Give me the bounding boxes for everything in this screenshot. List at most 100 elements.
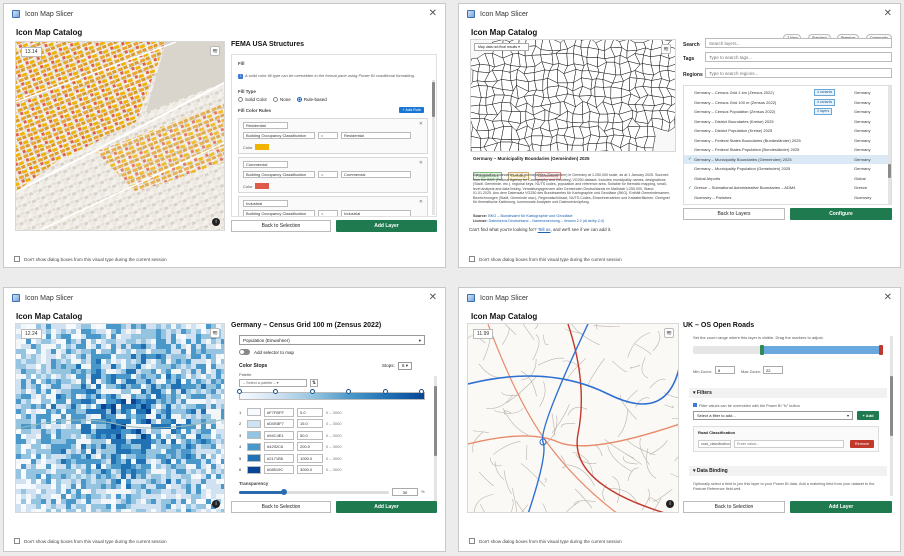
search-input[interactable]: [705, 38, 892, 48]
list-item[interactable]: Germany – District Boundaries (Kreise) 2…: [684, 117, 891, 126]
rule-name-input[interactable]: Industrial: [243, 200, 288, 207]
gradient-bar[interactable]: [239, 392, 425, 400]
close-icon[interactable]: ✕: [884, 292, 892, 303]
max-zoom-handle[interactable]: [879, 345, 883, 355]
min-zoom-handle[interactable]: [760, 345, 765, 355]
layers-icon[interactable]: ≋: [210, 46, 220, 56]
transparency-slider-knob[interactable]: [281, 489, 287, 495]
list-item[interactable]: ✓ Greece – Subnational Administrative Bo…: [684, 183, 891, 192]
transparency-value[interactable]: 30: [392, 488, 418, 496]
map-view[interactable]: Map data not final results ▾ ≋: [470, 39, 676, 152]
tags-input[interactable]: [705, 52, 892, 62]
stop-value-input[interactable]: 1000.0: [297, 453, 323, 463]
rule-name-input[interactable]: Commercial: [243, 161, 288, 168]
rule-field-select[interactable]: Building Occupancy Classification: [243, 132, 315, 139]
stop-color-swatch[interactable]: [247, 454, 261, 462]
transparency-slider[interactable]: [239, 489, 389, 495]
list-item[interactable]: Germany – Census Grid 100 m (Zensus 2022…: [684, 98, 891, 107]
stop-color-swatch[interactable]: [247, 442, 261, 451]
remove-filter-button[interactable]: Remove: [850, 440, 874, 448]
rule-name-input[interactable]: Residential: [243, 122, 288, 129]
data-binding-header[interactable]: ▾ Data Binding: [689, 466, 887, 476]
panel-scrollbar[interactable]: [434, 376, 437, 501]
rule-value-input[interactable]: Residential: [341, 132, 411, 139]
panel-scrollbar[interactable]: [432, 80, 435, 215]
stop-color-swatch[interactable]: [247, 465, 261, 474]
panel-scrollbar[interactable]: [890, 336, 893, 496]
selector-toggle-row[interactable]: Add selector to map: [239, 349, 294, 355]
dont-show-checkbox[interactable]: [14, 538, 20, 544]
reverse-palette-icon[interactable]: ⇅: [310, 379, 318, 387]
stop-value-input[interactable]: 200.0: [297, 442, 323, 451]
stops-select[interactable]: 6 ▾: [398, 362, 413, 370]
remove-rule-icon[interactable]: ✕: [419, 199, 423, 205]
configure-button[interactable]: Configure: [790, 208, 892, 220]
list-item[interactable]: Germany – Federal States Population (Bun…: [684, 145, 891, 154]
list-scrollbar[interactable]: [888, 86, 891, 204]
palette-select[interactable]: – Select a palette – ▾: [239, 379, 307, 387]
back-to-selection-button[interactable]: Back to Selection: [231, 220, 331, 232]
add-filter-button[interactable]: + Add: [857, 411, 879, 420]
radio-rule-based[interactable]: Rule-based: [296, 97, 327, 103]
radio-solid[interactable]: Solid Color: [238, 97, 267, 103]
road-class-value-input[interactable]: [734, 440, 844, 448]
filter-select[interactable]: Select a filter to add... ▾: [693, 411, 853, 420]
max-zoom-input[interactable]: 22: [763, 366, 783, 374]
stop-hex-input[interactable]: #F7FBFF: [264, 407, 294, 417]
gradient-handle[interactable]: [309, 389, 315, 394]
stop-color-swatch[interactable]: [247, 408, 261, 416]
add-layer-button[interactable]: Add Layer: [336, 501, 437, 513]
list-item[interactable]: ✓ Germany – Municipality Boundaries (Gem…: [684, 154, 891, 164]
add-rule-button[interactable]: + Add Rule: [399, 107, 424, 113]
map-view[interactable]: 11.99 ≋ i: [467, 323, 679, 513]
list-item[interactable]: Germany – Municipality Population (Gemei…: [684, 164, 891, 173]
back-to-selection-button[interactable]: Back to Selection: [683, 501, 785, 513]
rule-color-swatch[interactable]: [255, 144, 269, 150]
rule-field-select[interactable]: Building Occupancy Classification: [243, 171, 315, 178]
stop-hex-input[interactable]: #4292C6: [264, 442, 294, 451]
zoom-range-track[interactable]: [693, 345, 883, 355]
stop-value-input[interactable]: 0.0: [297, 407, 323, 417]
info-icon[interactable]: i: [666, 500, 674, 508]
info-icon[interactable]: i: [212, 218, 220, 226]
dont-show-checkbox[interactable]: [469, 538, 475, 544]
remove-rule-icon[interactable]: ✕: [419, 121, 423, 127]
gradient-handle[interactable]: [419, 389, 424, 394]
stop-color-swatch[interactable]: [247, 419, 261, 428]
rule-operator-select[interactable]: =: [318, 132, 338, 139]
rule-color-swatch[interactable]: [255, 183, 269, 189]
rule-value-input[interactable]: Industrial: [341, 210, 411, 216]
layers-icon[interactable]: ≋: [661, 44, 671, 54]
list-item[interactable]: Global Airports Global: [684, 174, 891, 183]
list-item[interactable]: Germany – Federal States Boundaries (Bun…: [684, 136, 891, 145]
add-layer-button[interactable]: Add Layer: [336, 220, 437, 232]
toggle-switch[interactable]: [239, 349, 250, 355]
list-item[interactable]: Germany – Census Grid 1 km (Zensus 2022)…: [684, 88, 891, 97]
back-to-layers-button[interactable]: Back to Layers: [683, 208, 785, 220]
stop-value-input[interactable]: 15.0: [297, 419, 323, 428]
list-item[interactable]: Germany – District Population (Kreise) 2…: [684, 126, 891, 135]
tell-us-link[interactable]: Tell us: [538, 227, 551, 232]
stop-value-input[interactable]: 3000.0: [297, 465, 323, 474]
variable-select[interactable]: Population (Einwohner) ▾: [239, 335, 425, 345]
dont-show-checkbox-row[interactable]: Don't show dialog boxes from this visual…: [14, 256, 167, 262]
layers-icon[interactable]: ≋: [664, 328, 674, 338]
layers-icon[interactable]: ≋: [210, 328, 220, 338]
map-view[interactable]: 13.14 ≋ i: [15, 41, 225, 231]
info-icon[interactable]: i: [212, 500, 220, 508]
rule-operator-select[interactable]: =: [318, 210, 338, 216]
list-item[interactable]: Guernsey – Parishes Guernsey: [684, 193, 891, 202]
back-to-selection-button[interactable]: Back to Selection: [231, 501, 331, 513]
dont-show-checkbox[interactable]: [469, 256, 475, 262]
add-layer-button[interactable]: Add Layer: [790, 501, 892, 513]
stop-hex-input[interactable]: #D0E8F7: [264, 419, 294, 428]
dont-show-checkbox[interactable]: [14, 256, 20, 262]
close-icon[interactable]: ✕: [429, 292, 437, 303]
stop-value-input[interactable]: 50.0: [297, 430, 323, 440]
regions-input[interactable]: [705, 68, 892, 78]
filters-section-header[interactable]: ▾ Filters: [689, 388, 887, 398]
close-icon[interactable]: ✕: [884, 8, 892, 19]
rule-field-select[interactable]: Building Occupancy Classification: [243, 210, 315, 216]
stop-hex-input[interactable]: #94C4E1: [264, 430, 294, 440]
list-item[interactable]: Germany – Census Population (Zensus 2022…: [684, 107, 891, 116]
